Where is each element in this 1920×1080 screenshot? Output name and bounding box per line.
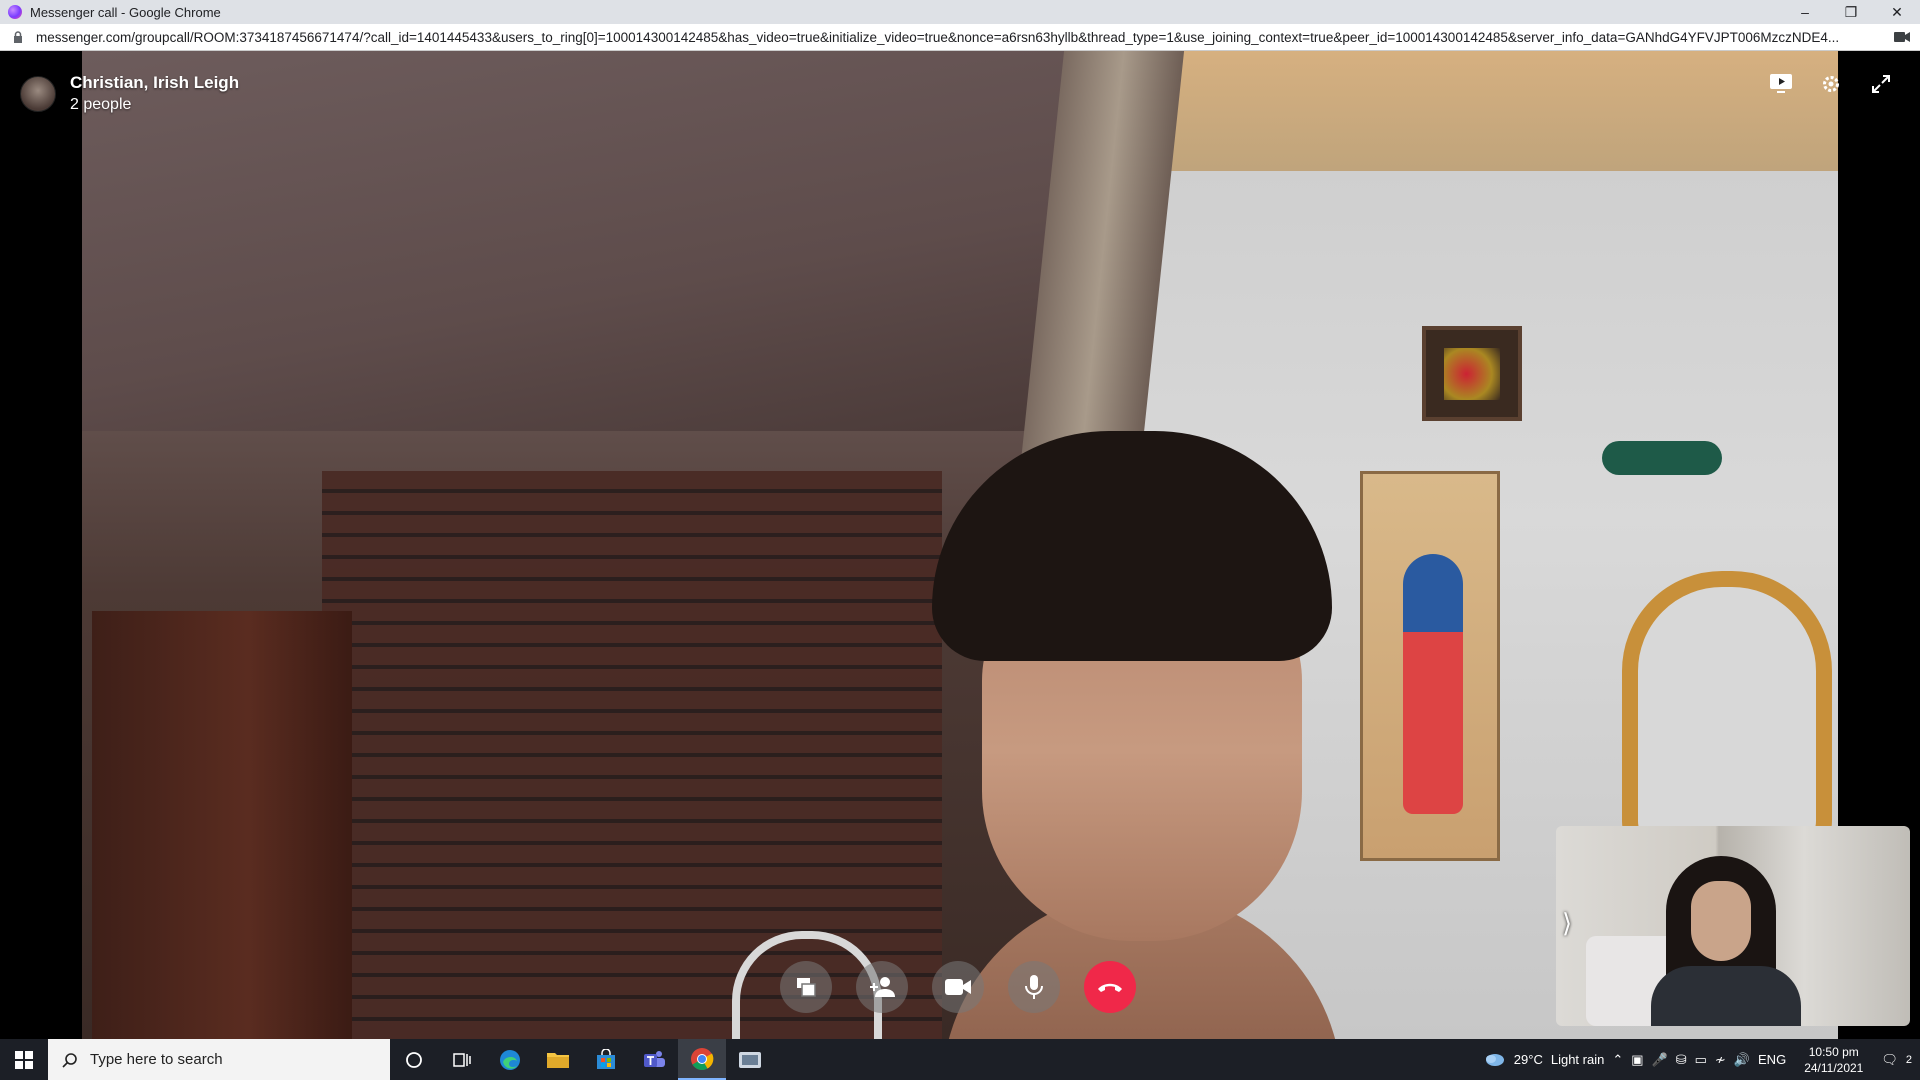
camera-button[interactable]: [932, 961, 984, 1013]
hang-up-icon: [1098, 983, 1122, 992]
file-explorer-button[interactable]: [534, 1039, 582, 1080]
wifi-icon[interactable]: ≁: [1715, 1052, 1726, 1068]
notification-count: 2: [1905, 1053, 1912, 1066]
minimize-button[interactable]: –: [1782, 0, 1828, 24]
battery-icon[interactable]: ▭: [1695, 1052, 1707, 1068]
participant-count: 2 people: [70, 96, 132, 113]
taskbar: Type here to search 29°C Light rain ⌃ ▣ …: [0, 1039, 1920, 1080]
edge-icon: [500, 1049, 520, 1070]
teams-button[interactable]: [630, 1039, 678, 1080]
add-people-button[interactable]: [856, 961, 908, 1013]
video-camera-icon: [945, 979, 971, 995]
fullscreen-button[interactable]: [1866, 69, 1896, 99]
app-icon: [739, 1051, 761, 1068]
meet-now-icon[interactable]: ▣: [1631, 1052, 1643, 1068]
clock-time: 10:50 pm: [1808, 1044, 1859, 1059]
system-tray: 29°C Light rain ⌃ ▣ 🎤 ⛁ ▭ ≁ 🔊 ENG 10:50 …: [1484, 1044, 1920, 1076]
remote-participant: [912, 431, 1352, 1039]
weather-desc[interactable]: Light rain: [1551, 1052, 1604, 1067]
store-button[interactable]: [582, 1039, 630, 1080]
self-view[interactable]: ⟩: [1556, 826, 1910, 1026]
volume-icon[interactable]: 🔊: [1734, 1052, 1750, 1068]
expand-icon: [1872, 75, 1890, 93]
clock-date: 24/11/2021: [1804, 1060, 1864, 1075]
url-text[interactable]: messenger.com/groupcall/ROOM:37341874566…: [36, 30, 1884, 45]
present-button[interactable]: [1766, 69, 1796, 99]
microphone-tray-icon[interactable]: 🎤: [1652, 1052, 1668, 1068]
chrome-icon: [691, 1047, 714, 1070]
browser-title-bar: Messenger call - Google Chrome – ❐ ✕: [0, 0, 1920, 24]
collapse-self-view-icon[interactable]: ⟩: [1562, 908, 1572, 939]
taskbar-search[interactable]: Type here to search: [48, 1039, 390, 1080]
weather-temp[interactable]: 29°C: [1514, 1052, 1543, 1067]
call-controls: [780, 961, 1136, 1013]
folder-icon: [547, 1052, 569, 1068]
search-icon: [62, 1052, 77, 1068]
call-title: Christian, Irish Leigh: [70, 73, 240, 92]
add-person-icon: [870, 977, 895, 997]
cortana-icon: [406, 1051, 422, 1068]
share-screen-button[interactable]: [780, 961, 832, 1013]
edge-taskbar-button[interactable]: [486, 1039, 534, 1080]
start-button[interactable]: [0, 1039, 48, 1080]
windows-logo-icon: [15, 1050, 33, 1069]
call-header: Christian, Irish Leigh 2 people: [20, 73, 239, 114]
restore-button[interactable]: ❐: [1828, 0, 1874, 24]
lock-icon: [14, 31, 22, 43]
cloud-rain-icon: [1485, 1053, 1504, 1066]
call-window: Christian, Irish Leigh 2 people ⟩: [0, 51, 1920, 1039]
task-view-button[interactable]: [438, 1039, 486, 1080]
share-screen-icon: [797, 978, 816, 997]
gear-icon: [1823, 76, 1839, 92]
window-title: Messenger call - Google Chrome: [30, 4, 221, 20]
app-taskbar-button[interactable]: [726, 1039, 774, 1080]
microphone-button[interactable]: [1008, 961, 1060, 1013]
security-icon[interactable]: ⛁: [1676, 1052, 1687, 1068]
task-view-icon: [453, 1052, 471, 1067]
cortana-button[interactable]: [390, 1039, 438, 1080]
address-bar[interactable]: messenger.com/groupcall/ROOM:37341874566…: [0, 24, 1920, 51]
avatar[interactable]: [20, 75, 56, 112]
microphone-icon: [1025, 975, 1043, 999]
language-indicator[interactable]: ENG: [1758, 1052, 1786, 1067]
chevron-up-icon[interactable]: ⌃: [1612, 1052, 1623, 1068]
teams-icon: [644, 1050, 665, 1067]
messenger-icon: [8, 5, 22, 19]
search-placeholder: Type here to search: [90, 1051, 223, 1068]
clock[interactable]: 10:50 pm 24/11/2021: [1804, 1044, 1863, 1076]
chrome-taskbar-button[interactable]: [678, 1039, 726, 1080]
camera-in-use-icon[interactable]: [1894, 31, 1910, 43]
end-call-button[interactable]: [1084, 961, 1136, 1013]
close-button[interactable]: ✕: [1874, 0, 1920, 24]
settings-button[interactable]: [1816, 69, 1846, 99]
call-top-controls: [1766, 69, 1896, 99]
screen-share-icon: [1770, 74, 1792, 93]
store-icon: [597, 1048, 615, 1069]
notifications-icon[interactable]: 🗨: [1881, 1052, 1898, 1068]
